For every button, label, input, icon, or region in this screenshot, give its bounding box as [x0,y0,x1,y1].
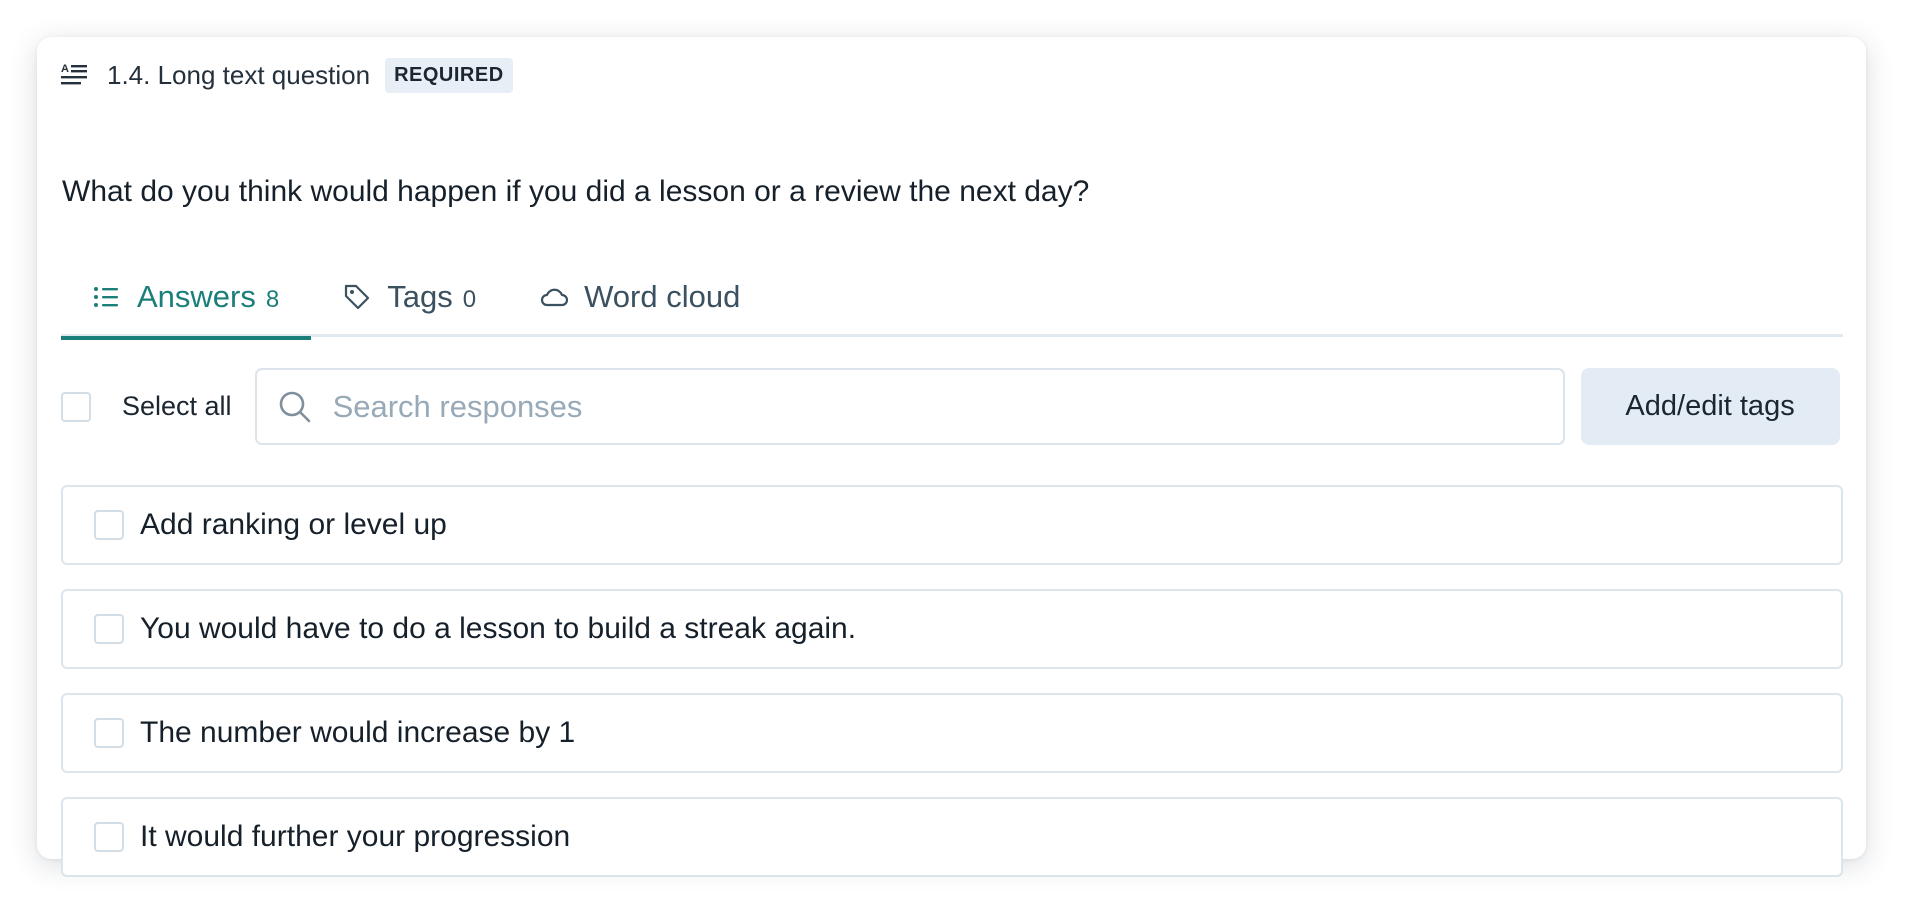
cloud-icon [540,283,569,311]
question-text: What do you think would happen if you di… [62,175,1090,208]
list-item: Add ranking or level up [61,485,1843,565]
answer-text: Add ranking or level up [140,508,447,541]
tab-answers[interactable]: Answers 8 [61,257,312,340]
list-icon [93,283,121,311]
tab-answers-label: Answers [137,279,256,314]
tag-icon [343,283,371,311]
answers-toolbar: Select all Add/edit tags [61,368,1843,445]
select-all-label: Select all [122,391,232,421]
tab-bar: Answers 8 Tags 0 Word cloud [61,257,1843,340]
tab-answers-count: 8 [265,286,280,313]
tab-word-cloud[interactable]: Word cloud [508,257,772,337]
list-item: You would have to do a lesson to build a… [61,589,1843,669]
tab-tags-label: Tags [387,279,453,314]
list-item: The number would increase by 1 [61,693,1843,773]
question-title: 1.4. Long text question [107,59,371,90]
select-all-checkbox[interactable] [61,391,91,422]
required-badge: REQUIRED [385,57,513,93]
answer-text: The number would increase by 1 [140,716,576,749]
answer-checkbox[interactable] [94,822,124,852]
long-text-icon: A [61,60,91,90]
question-card: A 1.4. Long text question REQUIRED What … [37,37,1866,877]
answer-text: You would have to do a lesson to build a… [140,612,857,645]
answer-checkbox[interactable] [94,614,124,644]
answer-text: It would further your progression [140,820,571,853]
answers-list: Add ranking or level up You would have t… [61,485,1843,901]
svg-text:A: A [61,63,69,75]
list-item: It would further your progression [61,797,1843,877]
search-icon [277,389,313,425]
answer-checkbox[interactable] [94,718,124,748]
tab-tags[interactable]: Tags 0 [311,257,508,337]
tab-word-cloud-label: Word cloud [584,279,741,314]
answer-checkbox[interactable] [94,510,124,540]
search-input[interactable] [332,388,1533,425]
search-box [254,368,1565,445]
tab-tags-count: 0 [462,286,477,313]
question-header: A 1.4. Long text question REQUIRED [61,57,513,93]
add-edit-tags-button[interactable]: Add/edit tags [1580,368,1840,445]
